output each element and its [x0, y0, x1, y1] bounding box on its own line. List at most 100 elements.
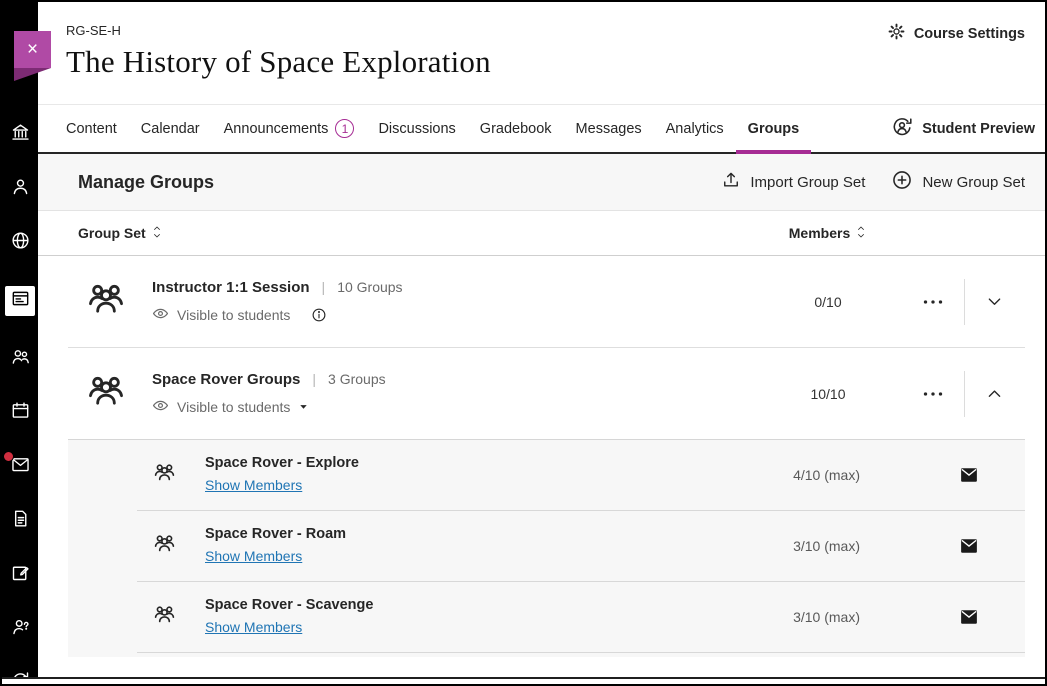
show-members-link[interactable]: Show Members [205, 477, 302, 493]
page-title: The History of Space Exploration [66, 44, 1025, 80]
course-settings-label: Course Settings [914, 26, 1025, 42]
info-icon[interactable] [311, 307, 327, 323]
group-set-column-header[interactable]: Group Set [78, 225, 753, 242]
compose-icon [10, 562, 31, 588]
group-set-name: Instructor 1:1 Session [152, 279, 310, 296]
manage-groups-title: Manage Groups [78, 172, 214, 193]
calendar-icon [10, 400, 31, 426]
group-name: Space Rover - Scavenge [205, 597, 710, 613]
separator: | [312, 371, 316, 387]
visibility-label: Visible to students [177, 399, 290, 415]
app-window: × RG-SE-H The History of Space Explorati… [0, 0, 1047, 686]
course-tab-bar: Content Calendar Announcements 1 Discuss… [38, 104, 1045, 154]
tab-gradebook[interactable]: Gradebook [468, 105, 564, 152]
viewport-bottom-edge [2, 677, 1045, 684]
group-list-space-rover: Space Rover - Explore Show Members 4/10 … [68, 439, 1025, 657]
sidebar-item-courses[interactable] [5, 286, 35, 316]
group-member-count: 3/10 (max) [710, 538, 860, 554]
sidebar-item-calendar[interactable] [7, 402, 33, 424]
group-set-row-space-rover: Space Rover Groups | 3 Groups Visible to… [68, 348, 1025, 439]
tab-content[interactable]: Content [54, 105, 129, 152]
organizations-icon [10, 346, 31, 372]
eye-icon [152, 305, 169, 325]
tab-discussions[interactable]: Discussions [366, 105, 467, 152]
group-name: Space Rover - Roam [205, 526, 710, 542]
group-icon [153, 613, 176, 630]
tab-calendar[interactable]: Calendar [129, 105, 212, 152]
sidebar-item-profile[interactable] [7, 178, 33, 200]
groups-table-header: Group Set Members [38, 211, 1045, 256]
group-icon [153, 471, 176, 488]
sidebar-item-institution[interactable] [7, 124, 33, 146]
new-group-set-label: New Group Set [922, 174, 1025, 191]
announcements-count-badge: 1 [335, 119, 354, 138]
import-group-set-button[interactable]: Import Group Set [721, 170, 865, 194]
sidebar-item-compose[interactable] [7, 564, 33, 586]
sidebar-item-messages[interactable] [7, 456, 33, 478]
separator: | [322, 279, 326, 295]
new-group-set-button[interactable]: New Group Set [891, 169, 1025, 195]
messages-notification-badge [3, 451, 14, 462]
close-icon: × [27, 39, 38, 61]
group-member-count: 4/10 (max) [710, 467, 860, 483]
group-set-icon [86, 370, 126, 417]
close-ribbon: × [14, 31, 51, 81]
course-settings-button[interactable]: Course Settings [887, 22, 1025, 45]
visibility-label: Visible to students [177, 307, 290, 323]
member-count: 0/10 [753, 294, 903, 310]
tab-messages[interactable]: Messages [564, 105, 654, 152]
expand-chevron-down-icon[interactable] [965, 292, 1026, 311]
main-area: RG-SE-H The History of Space Exploration… [38, 2, 1045, 684]
courses-icon [10, 288, 31, 314]
visibility-dropdown[interactable]: Visible to students [152, 397, 309, 417]
grades-icon [10, 508, 31, 534]
institution-icon [10, 122, 31, 148]
student-preview-label: Student Preview [922, 121, 1035, 137]
tab-groups[interactable]: Groups [736, 105, 812, 152]
base-navigation-sidebar [2, 2, 38, 684]
collapse-chevron-up-icon[interactable] [965, 384, 1026, 403]
plus-circle-icon [891, 169, 913, 195]
members-column-header[interactable]: Members [753, 225, 903, 242]
show-members-link[interactable]: Show Members [205, 619, 302, 635]
globe-icon [10, 230, 31, 256]
tab-analytics[interactable]: Analytics [654, 105, 736, 152]
manage-actions: Import Group Set New Group Set [721, 169, 1025, 195]
student-preview-button[interactable]: Student Preview [891, 105, 1035, 152]
group-set-row-instructor-session: Instructor 1:1 Session | 10 Groups Visib… [68, 256, 1025, 347]
row-menu-button[interactable] [903, 391, 964, 397]
course-code: RG-SE-H [66, 23, 1025, 38]
gear-icon [887, 22, 906, 45]
import-group-set-label: Import Group Set [750, 174, 865, 191]
group-name: Space Rover - Explore [205, 455, 710, 471]
sidebar-item-grades[interactable] [7, 510, 33, 532]
course-header: RG-SE-H The History of Space Exploration… [38, 2, 1045, 104]
group-count: 10 Groups [337, 279, 402, 295]
row-menu-button[interactable] [903, 299, 964, 305]
sidebar-nav [2, 124, 38, 686]
manage-groups-bar: Manage Groups Import Group Set New Group… [38, 154, 1045, 211]
sidebar-item-organizations[interactable] [7, 348, 33, 370]
sidebar-item-assist[interactable] [7, 618, 33, 640]
assist-icon [10, 616, 31, 642]
close-course-button[interactable]: × [14, 31, 51, 68]
eye-icon [152, 397, 169, 417]
group-member-count: 3/10 (max) [710, 609, 860, 625]
group-icon [153, 542, 176, 559]
sort-icon [151, 225, 163, 242]
tab-announcements[interactable]: Announcements 1 [212, 105, 367, 152]
caret-down-icon [298, 399, 309, 415]
message-group-button[interactable] [960, 609, 978, 625]
message-group-button[interactable] [960, 467, 978, 483]
sort-icon [855, 225, 867, 242]
visibility-status: Visible to students [152, 305, 327, 325]
row-divider [137, 652, 1025, 653]
group-row-roam: Space Rover - Roam Show Members 3/10 (ma… [68, 511, 1025, 581]
sidebar-item-activity[interactable] [7, 232, 33, 254]
show-members-link[interactable]: Show Members [205, 548, 302, 564]
message-group-button[interactable] [960, 538, 978, 554]
close-ribbon-fold [14, 68, 51, 81]
profile-icon [10, 176, 31, 202]
group-row-explore: Space Rover - Explore Show Members 4/10 … [68, 440, 1025, 510]
group-set-icon [86, 278, 126, 325]
